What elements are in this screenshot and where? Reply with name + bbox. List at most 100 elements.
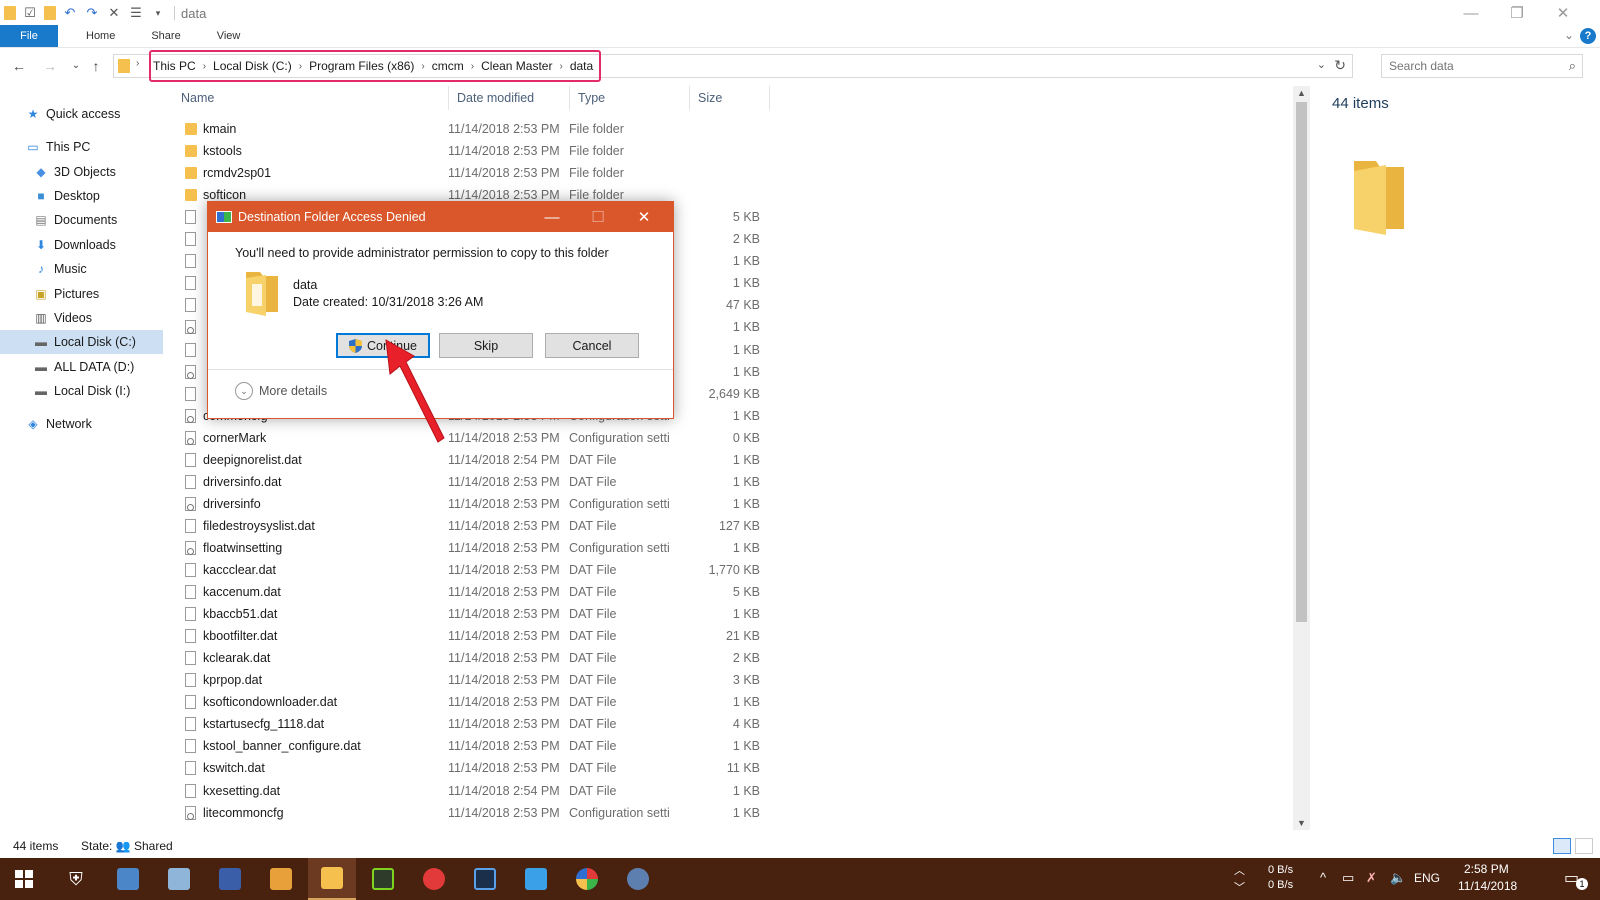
address-dropdown-icon[interactable]: ⌄ [1317, 58, 1326, 71]
cancel-button[interactable]: Cancel [545, 333, 639, 358]
taskbar-app-3[interactable] [206, 858, 254, 900]
nav-local-disk-c[interactable]: ▬ Local Disk (C:) [0, 330, 163, 354]
minimize-button[interactable]: — [1448, 0, 1494, 26]
search-input[interactable] [1382, 55, 1552, 77]
chevron-right-icon[interactable]: › [299, 61, 302, 72]
nav-documents[interactable]: ▤ Documents [0, 208, 163, 232]
continue-button[interactable]: Continue [336, 333, 430, 358]
taskbar-app-2[interactable] [155, 858, 203, 900]
table-row[interactable]: kprpop.dat 11/14/2018 2:53 PM DAT File 3 KB [173, 669, 793, 691]
taskbar-app-9[interactable] [563, 858, 611, 900]
clock-date[interactable]: 11/14/2018 [1458, 879, 1517, 893]
taskbar-app-8[interactable] [512, 858, 560, 900]
crumb-cmcm[interactable]: cmcm [432, 59, 464, 73]
nav-this-pc[interactable]: ▭ This PC [0, 135, 163, 159]
tab-file[interactable]: File [0, 25, 58, 47]
rename-icon[interactable]: ☰ [128, 5, 144, 21]
nav-network[interactable]: ◈ Network [0, 412, 163, 436]
taskbar-app-4[interactable] [257, 858, 305, 900]
chevron-right-icon[interactable]: › [559, 61, 562, 72]
show-hidden-icons-icon[interactable]: ^ [1320, 870, 1326, 885]
maximize-button[interactable]: ❐ [1494, 0, 1540, 26]
table-row[interactable]: driversinfo.dat 11/14/2018 2:53 PM DAT Fil… [173, 471, 793, 493]
tray-collapse-icon[interactable]: ﹀ [1234, 879, 1245, 895]
nav-videos[interactable]: ▥ Videos [0, 306, 163, 330]
recent-locations-icon[interactable]: ⌄ [66, 56, 86, 76]
table-row[interactable]: cornerMark 11/14/2018 2:53 PM Configuratio… [173, 427, 793, 449]
nav-3d-objects[interactable]: ◆ 3D Objects [0, 160, 163, 184]
nav-local-disk-i[interactable]: ▬ Local Disk (I:) [0, 379, 163, 403]
table-row[interactable]: litecommoncfg 11/14/2018 2:53 PM Configura… [173, 802, 793, 824]
table-row[interactable]: kclearak.dat 11/14/2018 2:53 PM DAT File 2 … [173, 647, 793, 669]
volume-icon[interactable]: 🔈 [1390, 870, 1406, 886]
table-row[interactable]: kxesetting.dat 11/14/2018 2:54 PM DAT File… [173, 780, 793, 802]
table-row[interactable]: ksofticondownloader.dat 11/14/2018 2:53 P… [173, 691, 793, 713]
up-icon[interactable]: ↑ [86, 56, 106, 76]
chevron-right-icon[interactable]: › [136, 58, 139, 69]
scrollbar-thumb[interactable] [1296, 102, 1307, 622]
scroll-down-icon[interactable]: ▼ [1293, 818, 1310, 828]
search-box[interactable]: ⌕ [1381, 54, 1583, 78]
dialog-minimize-button[interactable]: — [529, 202, 575, 232]
taskbar-security-app[interactable]: ⛨ [52, 858, 100, 900]
network-status-icon[interactable]: ✗ [1366, 870, 1377, 886]
new-folder-icon[interactable] [44, 6, 56, 20]
table-row[interactable]: kmain 11/14/2018 2:53 PM File folder [173, 118, 793, 140]
tray-expand-icon[interactable]: ︿ [1234, 862, 1245, 878]
taskbar-file-explorer[interactable] [308, 858, 356, 900]
column-date-modified[interactable]: Date modified [449, 86, 570, 110]
more-details-toggle[interactable]: ⌄ More details [235, 382, 327, 400]
table-row[interactable]: filedestroysyslist.dat 11/14/2018 2:53 PM… [173, 515, 793, 537]
crumb-data[interactable]: data [570, 59, 593, 73]
help-icon[interactable]: ? [1580, 28, 1596, 44]
table-row[interactable]: kbootfilter.dat 11/14/2018 2:53 PM DAT Fil… [173, 625, 793, 647]
chevron-right-icon[interactable]: › [203, 61, 206, 72]
customize-quick-access-icon[interactable]: ▾ [150, 5, 166, 21]
nav-all-data-d[interactable]: ▬ ALL DATA (D:) [0, 355, 163, 379]
battery-icon[interactable]: ▭ [1342, 870, 1354, 886]
forward-icon[interactable]: → [40, 56, 60, 76]
language-indicator[interactable]: ENG [1414, 871, 1440, 885]
nav-music[interactable]: ♪ Music [0, 257, 163, 281]
scroll-up-icon[interactable]: ▲ [1293, 88, 1310, 98]
table-row[interactable]: kaccclear.dat 11/14/2018 2:53 PM DAT File 1… [173, 559, 793, 581]
tab-share[interactable]: Share [137, 25, 194, 47]
taskbar-app-10[interactable] [614, 858, 662, 900]
undo-icon[interactable]: ↶ [62, 5, 78, 21]
refresh-icon[interactable]: ↻ [1334, 57, 1346, 74]
table-row[interactable]: deepignorelist.dat 11/14/2018 2:54 PM DAT … [173, 449, 793, 471]
large-icons-view-icon[interactable] [1575, 838, 1593, 854]
crumb-this-pc[interactable]: This PC [153, 59, 196, 73]
table-row[interactable]: kstartusecfg_1118.dat 11/14/2018 2:53 PM D… [173, 713, 793, 735]
column-type[interactable]: Type [570, 86, 690, 110]
table-row[interactable]: kstool_banner_configure.dat 11/14/2018 2:… [173, 735, 793, 757]
taskbar-app-1[interactable] [104, 858, 152, 900]
column-size[interactable]: Size [690, 86, 770, 110]
properties-icon[interactable]: ☑ [22, 5, 38, 21]
dialog-close-button[interactable]: ✕ [621, 202, 667, 232]
redo-icon[interactable]: ↷ [84, 5, 100, 21]
chevron-right-icon[interactable]: › [471, 61, 474, 72]
nav-quick-access[interactable]: ★ Quick access [0, 102, 163, 126]
skip-button[interactable]: Skip [439, 333, 533, 358]
table-row[interactable]: driversinfo 11/14/2018 2:53 PM Configurati… [173, 493, 793, 515]
tab-view[interactable]: View [203, 25, 255, 47]
nav-pictures[interactable]: ▣ Pictures [0, 282, 163, 306]
clock-time[interactable]: 2:58 PM [1464, 862, 1509, 876]
table-row[interactable]: rcmdv2sp01 11/14/2018 2:53 PM File folder [173, 162, 793, 184]
column-name[interactable]: Name [173, 86, 449, 110]
table-row[interactable]: floatwinsetting 11/14/2018 2:53 PM Configu… [173, 537, 793, 559]
details-view-icon[interactable] [1553, 838, 1571, 854]
crumb-program-files-x86[interactable]: Program Files (x86) [309, 59, 414, 73]
close-button[interactable]: ✕ [1540, 0, 1586, 26]
search-icon[interactable]: ⌕ [1569, 58, 1576, 74]
tab-home[interactable]: Home [72, 25, 129, 47]
crumb-clean-master[interactable]: Clean Master [481, 59, 552, 73]
expand-ribbon-icon[interactable]: ⌄ [1564, 28, 1574, 42]
taskbar-app-6[interactable] [410, 858, 458, 900]
nav-downloads[interactable]: ⬇ Downloads [0, 233, 163, 257]
table-row[interactable]: kswitch.dat 11/14/2018 2:53 PM DAT File 11 … [173, 757, 793, 779]
delete-icon[interactable]: ✕ [106, 5, 122, 21]
back-icon[interactable]: ← [9, 56, 29, 76]
nav-desktop[interactable]: ■ Desktop [0, 184, 163, 208]
